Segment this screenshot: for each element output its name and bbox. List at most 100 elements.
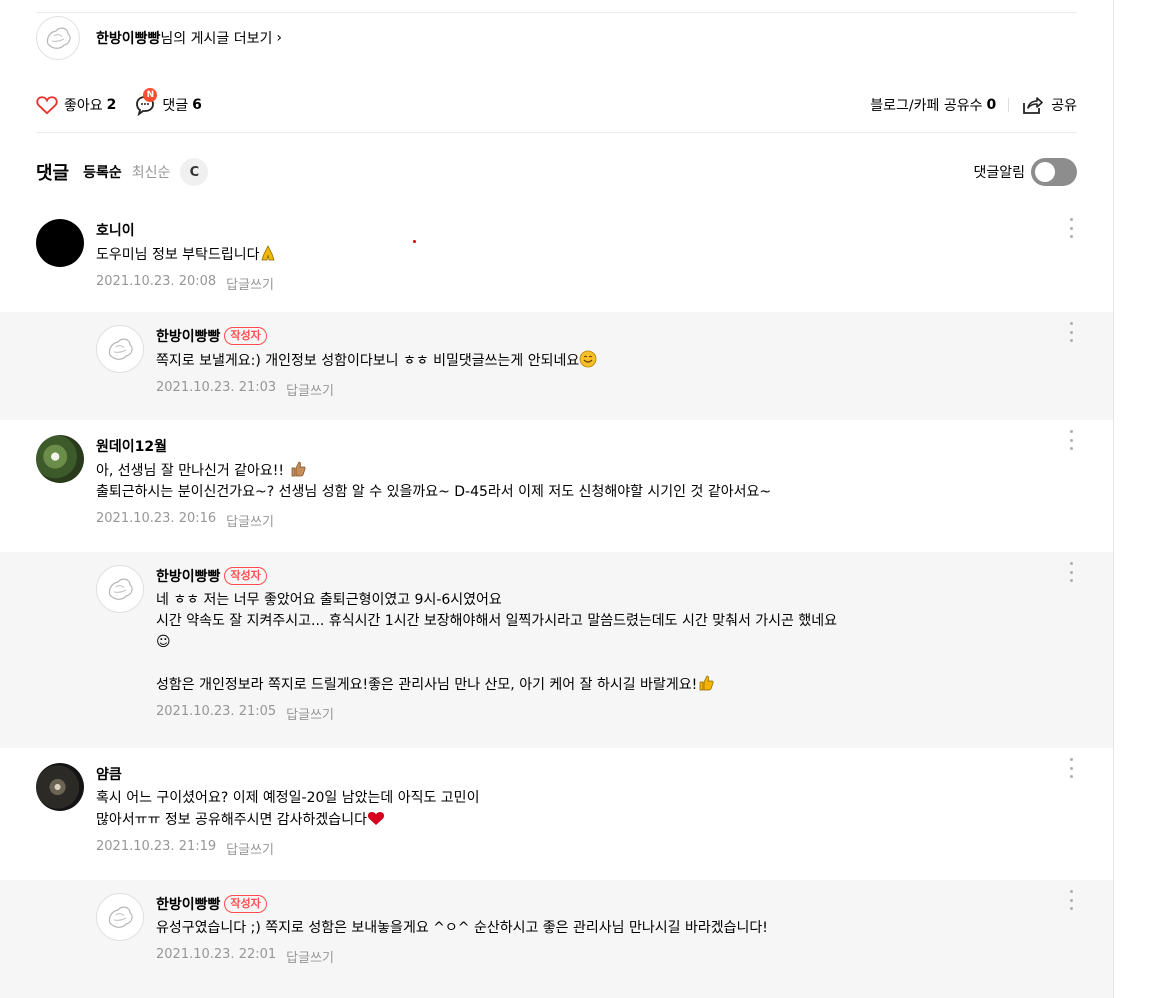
comment-item: 호니이 도우미님 정보 부탁드립니다 2021.10.23. 20:08 답글쓰기 bbox=[0, 208, 1113, 312]
author-badge: 작성자 bbox=[224, 895, 267, 913]
comment-date: 2021.10.23. 20:16 bbox=[96, 511, 217, 526]
more-options-icon[interactable] bbox=[1069, 322, 1073, 342]
avatar[interactable] bbox=[36, 435, 84, 483]
nickname-text[interactable]: 얌큼 bbox=[96, 764, 122, 784]
comment-meta: 2021.10.23. 20:16 답글쓰기 bbox=[96, 511, 771, 530]
divider bbox=[36, 132, 1077, 133]
comment-text-content: 쪽지로 보낼게요:) 개인정보 성함이다보니 ㅎㅎ 비밀댓글쓰는게 안되네요 bbox=[156, 353, 580, 369]
author-badge: 작성자 bbox=[224, 327, 267, 345]
chevron-right-icon: › bbox=[276, 30, 282, 46]
comment-body: 얌큼 혹시 어느 구이셨어요? 이제 예정일-20일 남았는데 아직도 고민이 … bbox=[96, 764, 479, 858]
comment-icon: N bbox=[134, 88, 158, 117]
more-options-icon[interactable] bbox=[1069, 218, 1073, 238]
reply-link[interactable]: 답글쓰기 bbox=[286, 380, 334, 399]
refresh-icon: C bbox=[189, 164, 200, 180]
nickname-text[interactable]: 한방이빵빵 bbox=[156, 566, 220, 586]
comment-meta: 2021.10.23. 22:01 답글쓰기 bbox=[156, 947, 768, 966]
comment-date: 2021.10.23. 20:08 bbox=[96, 274, 217, 289]
comment-text: 혹시 어느 구이셨어요? 이제 예정일-20일 남았는데 아직도 고민이 많아서… bbox=[96, 788, 479, 831]
divider bbox=[36, 12, 1077, 13]
avatar[interactable] bbox=[36, 219, 84, 267]
comment-nickname[interactable]: 원데이12월 bbox=[96, 436, 771, 456]
sketch-avatar-icon bbox=[46, 27, 71, 49]
sort-latest-tab[interactable]: 최신순 bbox=[132, 162, 171, 182]
comment-text: 도우미님 정보 부탁드립니다 bbox=[96, 244, 277, 266]
share-button[interactable]: 공유 bbox=[1021, 95, 1077, 115]
comment-text-content: 혹시 어느 구이셨어요? 이제 예정일-20일 남았는데 아직도 고민이 많아서… bbox=[96, 790, 480, 828]
comment-meta: 2021.10.23. 21:19 답글쓰기 bbox=[96, 839, 479, 858]
avatar[interactable] bbox=[96, 893, 144, 941]
nickname-text[interactable]: 원데이12월 bbox=[96, 436, 167, 456]
comment-item: 얌큼 혹시 어느 구이셨어요? 이제 예정일-20일 남았는데 아직도 고민이 … bbox=[0, 748, 1113, 880]
comment-body: 한방이빵빵 작성자 유성구였습니다 ;) 쪽지로 성함은 보내놓을게요 ^ㅇ^ 순… bbox=[156, 894, 768, 966]
avatar[interactable] bbox=[96, 325, 144, 373]
nickname-text[interactable]: 한방이빵빵 bbox=[156, 894, 220, 914]
comment-nickname[interactable]: 얌큼 bbox=[96, 764, 479, 784]
comment-count: 6 bbox=[192, 97, 202, 113]
more-options-icon[interactable] bbox=[1069, 890, 1073, 910]
sketch-avatar-icon bbox=[108, 338, 133, 360]
author-more-suffix[interactable]: 님의 게시글 더보기 bbox=[160, 28, 272, 48]
comment-toggle-button[interactable]: N 댓글 6 bbox=[116, 88, 202, 117]
comment-text: 유성구였습니다 ;) 쪽지로 성함은 보내놓을게요 ^ㅇ^ 순산하시고 좋은 관… bbox=[156, 918, 768, 939]
red-heart-icon bbox=[367, 812, 384, 825]
more-options-icon[interactable] bbox=[1069, 430, 1073, 450]
comment-reply-item: 한방이빵빵 작성자 쪽지로 보낼게요:) 개인정보 성함이다보니 ㅎㅎ 비밀댓글쓰… bbox=[0, 312, 1113, 420]
heart-icon bbox=[36, 96, 58, 115]
post-action-bar: 좋아요 2 N 댓글 6 블로그/카페 공유수 0 공유 bbox=[36, 88, 1077, 122]
comment-meta: 2021.10.23. 21:05 답글쓰기 bbox=[156, 704, 837, 723]
author-name[interactable]: 한방이빵빵 bbox=[96, 28, 160, 48]
comment-reply-item: 한방이빵빵 작성자 네 ㅎㅎ 저는 너무 좋았어요 출퇴근형이였고 9시-6시였어… bbox=[0, 552, 1113, 748]
reply-link[interactable]: 답글쓰기 bbox=[286, 704, 334, 723]
comment-text: 아, 선생님 잘 만나신거 같아요!! 출퇴근하시는 분이신건가요~? 선생님 … bbox=[96, 460, 771, 503]
refresh-button[interactable]: C bbox=[180, 158, 209, 186]
comments-title: 댓글 bbox=[36, 163, 70, 184]
comment-nickname[interactable]: 한방이빵빵 작성자 bbox=[156, 326, 597, 346]
comment-date: 2021.10.23. 21:03 bbox=[156, 380, 277, 395]
author-more-link[interactable]: 한방이빵빵 님의 게시글 더보기 › bbox=[36, 16, 282, 60]
author-avatar bbox=[36, 16, 80, 60]
like-label: 좋아요 bbox=[64, 98, 103, 114]
comment-date: 2021.10.23. 21:05 bbox=[156, 704, 277, 719]
comment-notification-toggle[interactable] bbox=[1031, 158, 1077, 186]
comment-text-content: 네 ㅎㅎ 저는 너무 좋았어요 출퇴근형이였고 9시-6시였어요 시간 약속도 … bbox=[156, 592, 838, 693]
comment-date: 2021.10.23. 21:19 bbox=[96, 839, 217, 854]
sketch-avatar-icon bbox=[108, 578, 133, 600]
divider bbox=[1008, 98, 1010, 112]
nickname-text[interactable]: 한방이빵빵 bbox=[156, 326, 220, 346]
share-label: 공유 bbox=[1051, 98, 1077, 114]
like-button[interactable]: 좋아요 2 bbox=[36, 95, 116, 115]
reply-link[interactable]: 답글쓰기 bbox=[226, 839, 274, 858]
folded-hands-icon bbox=[261, 245, 276, 261]
thumbs-up-icon bbox=[291, 461, 306, 477]
reply-link[interactable]: 답글쓰기 bbox=[226, 511, 274, 530]
avatar[interactable] bbox=[36, 763, 84, 811]
more-options-icon[interactable] bbox=[1069, 562, 1073, 582]
comment-reply-item: 한방이빵빵 작성자 유성구였습니다 ;) 쪽지로 성함은 보내놓을게요 ^ㅇ^ 순… bbox=[0, 880, 1113, 998]
thumbs-up-icon bbox=[699, 675, 714, 691]
more-options-icon[interactable] bbox=[1069, 758, 1073, 778]
comment-nickname[interactable]: 호니이 bbox=[96, 220, 277, 240]
comment-text: 네 ㅎㅎ 저는 너무 좋았어요 출퇴근형이였고 9시-6시였어요 시간 약속도 … bbox=[156, 590, 837, 696]
comment-meta: 2021.10.23. 21:03 답글쓰기 bbox=[156, 380, 597, 399]
reply-link[interactable]: 답글쓰기 bbox=[286, 947, 334, 966]
comment-body: 한방이빵빵 작성자 쪽지로 보낼게요:) 개인정보 성함이다보니 ㅎㅎ 비밀댓글쓰… bbox=[156, 326, 597, 399]
comment-date: 2021.10.23. 22:01 bbox=[156, 947, 277, 962]
share-count: 블로그/카페 공유수 0 bbox=[870, 95, 996, 115]
nickname-text[interactable]: 호니이 bbox=[96, 220, 135, 240]
like-count: 2 bbox=[106, 97, 117, 113]
comment-text: 쪽지로 보낼게요:) 개인정보 성함이다보니 ㅎㅎ 비밀댓글쓰는게 안되네요 bbox=[156, 350, 597, 372]
reply-link[interactable]: 답글쓰기 bbox=[226, 274, 274, 293]
comment-nickname[interactable]: 한방이빵빵 작성자 bbox=[156, 894, 768, 914]
smiling-face-icon bbox=[579, 350, 597, 368]
toggle-knob bbox=[1035, 162, 1055, 182]
avatar[interactable] bbox=[96, 565, 144, 613]
comment-nickname[interactable]: 한방이빵빵 작성자 bbox=[156, 566, 837, 586]
comment-text-content-2: 출퇴근하시는 분이신건가요~? 선생님 성함 알 수 있을까요~ D-45라서 … bbox=[96, 484, 772, 500]
comment-text-content: 아, 선생님 잘 만나신거 같아요!! bbox=[96, 463, 289, 479]
comment-meta: 2021.10.23. 20:08 답글쓰기 bbox=[96, 274, 277, 293]
comment-text-content: 도우미님 정보 부탁드립니다 bbox=[96, 247, 260, 263]
comment-label: 댓글 bbox=[162, 98, 189, 114]
comment-body: 원데이12월 아, 선생님 잘 만나신거 같아요!! 출퇴근하시는 분이신건가요… bbox=[96, 436, 771, 530]
sort-registered-tab[interactable]: 등록순 bbox=[83, 162, 122, 182]
